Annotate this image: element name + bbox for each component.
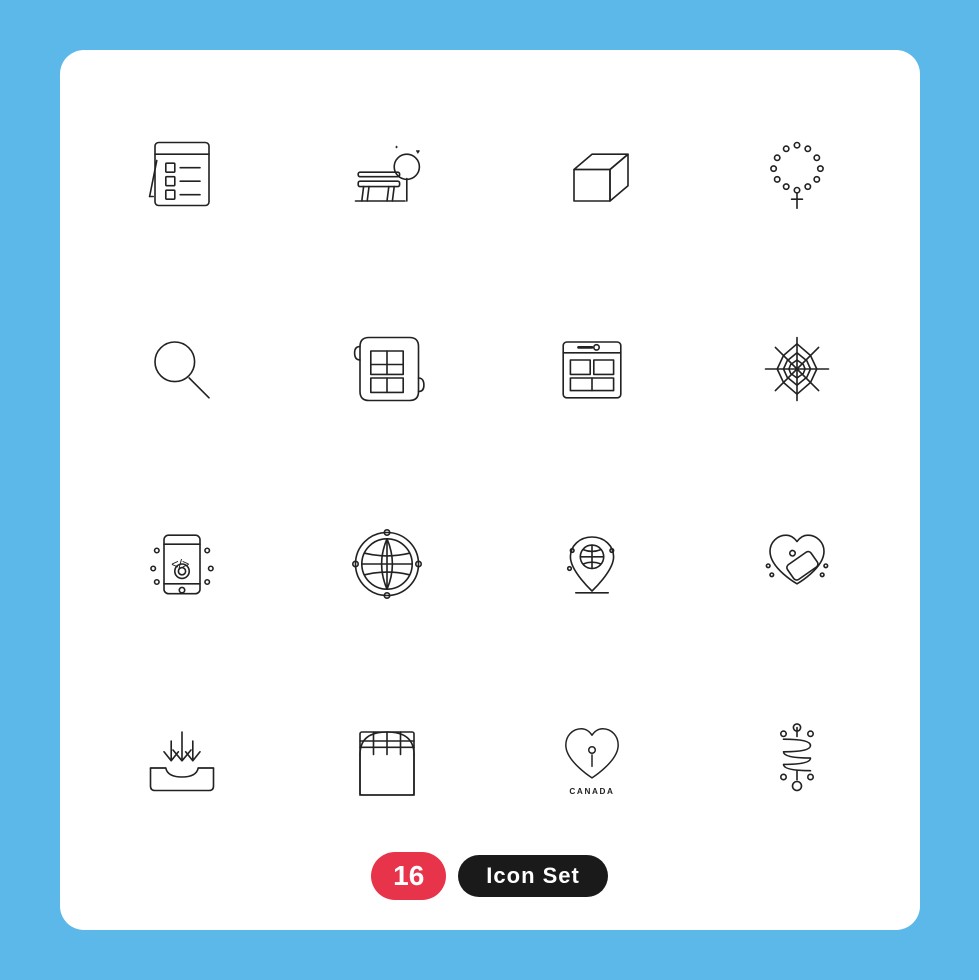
badge-row: 16 Icon Set (371, 852, 608, 900)
floor-plan-icon[interactable] (510, 286, 675, 451)
grid-gate-icon[interactable] (305, 676, 470, 841)
badge-number: 16 (371, 852, 446, 900)
search-icon[interactable] (100, 286, 265, 451)
inbox-download-icon[interactable] (100, 676, 265, 841)
card: ♥ ✦ (60, 50, 920, 930)
location-pin-icon[interactable] (510, 481, 675, 646)
spiderweb-icon[interactable] (715, 286, 880, 451)
svg-text:CANADA: CANADA (569, 787, 614, 796)
mobile-dev-icon[interactable]: </> (100, 481, 265, 646)
spring-bulb-icon[interactable] (715, 676, 880, 841)
icons-grid: ♥ ✦ (100, 90, 880, 842)
checklist-icon[interactable] (100, 91, 265, 256)
svg-text:♥: ♥ (416, 147, 420, 156)
cube-icon[interactable] (510, 91, 675, 256)
globe-porthole-icon[interactable] (305, 481, 470, 646)
rosary-icon[interactable] (715, 91, 880, 256)
svg-text:✦: ✦ (394, 144, 399, 150)
blueprint-icon[interactable] (305, 286, 470, 451)
canada-heart-icon[interactable]: CANADA (510, 676, 675, 841)
park-bench-icon[interactable]: ♥ ✦ (305, 91, 470, 256)
badge-text: Icon Set (458, 855, 608, 897)
heart-tag-icon[interactable] (715, 481, 880, 646)
